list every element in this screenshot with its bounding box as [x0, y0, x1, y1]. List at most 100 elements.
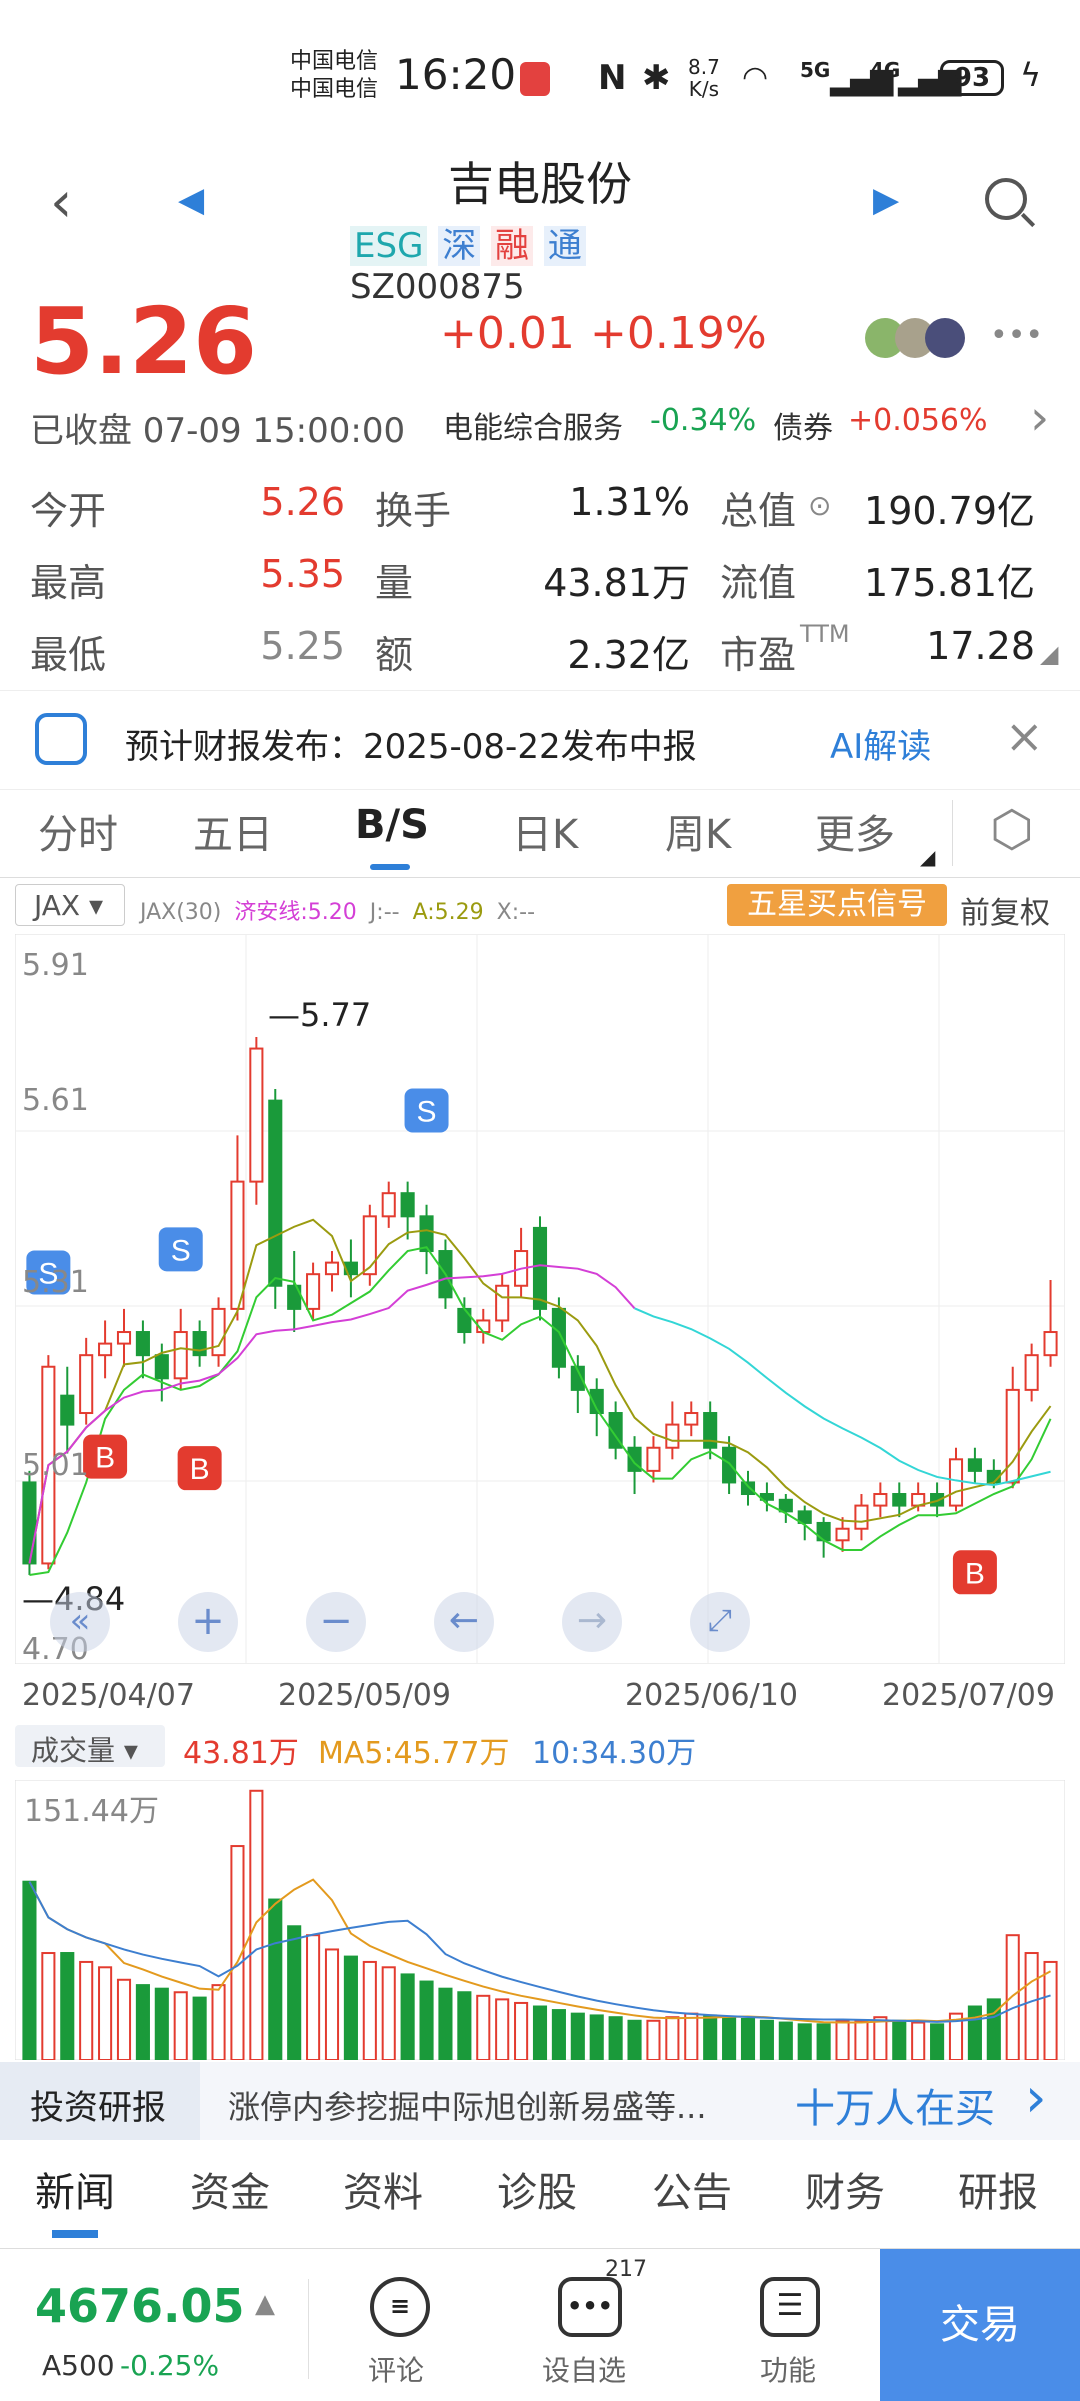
volume-bar — [873, 2016, 888, 2060]
speed-bottom: K/s — [688, 77, 720, 101]
status-bar: 中国电信 中国电信 16:20 N ✱ 8.7 K/s ◠ 5G ▂▄▆ 4G ▂… — [0, 0, 1080, 130]
tab-five-day[interactable]: 五日 — [193, 802, 273, 860]
volume-bar — [797, 2023, 812, 2060]
indicator-params: JAX(30) 济安线:5.20 J:-- A:5.29 X:-- — [140, 894, 535, 926]
candle-body — [948, 1458, 964, 1507]
signal-letter: S — [417, 1095, 437, 1128]
more-caret-icon: ◢ — [920, 845, 936, 869]
volume-current: 43.81万 — [183, 1736, 299, 1771]
volume-name: 成交量 — [31, 1734, 116, 1767]
volume-bar — [116, 1978, 132, 2060]
pe-label: 市盈 — [720, 633, 797, 677]
high-value: 5.35 — [260, 552, 345, 596]
tab-bs[interactable]: B/S — [355, 802, 429, 848]
bottom-bar: 4676.05 ▲ A500 -0.25% ≡ 评论 ••• 217 设自选 ☰… — [0, 2248, 1080, 2401]
volume-bar — [759, 2019, 774, 2060]
ai-interpret-link[interactable]: AI解读 — [830, 719, 931, 768]
function-icon[interactable]: ☰ — [760, 2277, 820, 2337]
index-name: A500 — [42, 2349, 115, 2382]
avatar[interactable] — [925, 318, 965, 358]
tab-more[interactable]: 更多 — [815, 802, 895, 860]
a-value: A:5.29 — [412, 900, 484, 925]
volume-bar — [627, 2019, 642, 2060]
tab-profile[interactable]: 资料 — [343, 2160, 423, 2218]
trade-button[interactable]: 交易 — [880, 2249, 1080, 2401]
zoom-in-icon[interactable]: + — [178, 1592, 238, 1652]
search-icon[interactable] — [985, 178, 1027, 220]
research-label: 投资研报 — [0, 2062, 200, 2140]
buy-signal: B — [177, 1446, 222, 1491]
volume-chart[interactable] — [15, 1780, 1065, 2060]
candle-body — [173, 1331, 188, 1380]
signal-button[interactable]: 五星买点信号 — [727, 884, 947, 926]
candle-body — [495, 1284, 510, 1322]
function-label[interactable]: 功能 — [760, 2349, 816, 2389]
jian-line-cyan — [634, 1307, 1051, 1487]
candle-body — [192, 1331, 207, 1357]
watchlist-label[interactable]: 设自选 — [542, 2349, 626, 2389]
sector-name[interactable]: 电能综合服务 — [443, 403, 623, 447]
rewind-icon[interactable]: « — [50, 1592, 110, 1652]
candle-body — [1005, 1388, 1020, 1484]
candle-body — [362, 1215, 377, 1276]
volume-bar — [778, 2021, 793, 2060]
earnings-banner[interactable]: 预计财报发布：2025-08-22发布中报 AI解读 × — [0, 690, 1080, 790]
pan-right-icon[interactable]: → — [562, 1592, 622, 1652]
pan-left-icon[interactable]: ← — [434, 1592, 494, 1652]
volume-bar — [154, 1987, 169, 2060]
volume-select[interactable]: 成交量 ▾ — [15, 1725, 165, 1767]
volume-bar — [608, 2016, 623, 2060]
volume-bar — [173, 1991, 188, 2060]
candle-body — [116, 1331, 132, 1345]
zoom-out-icon[interactable]: − — [306, 1592, 366, 1652]
index-value[interactable]: 4676.05 — [35, 2279, 245, 2333]
volume-bar — [495, 1998, 510, 2060]
esg-tag: ESG — [350, 226, 428, 266]
tab-funds[interactable]: 资金 — [190, 2160, 270, 2218]
candle-body — [1024, 1354, 1039, 1391]
tab-announcements[interactable]: 公告 — [652, 2160, 732, 2218]
signal-letter: B — [965, 1557, 985, 1590]
chevron-right-icon[interactable]: › — [1025, 2066, 1047, 2129]
expand-icon[interactable]: ◢ — [1040, 640, 1058, 668]
fullscreen-icon[interactable]: ⤢ — [690, 1592, 750, 1652]
tab-research[interactable]: 研报 — [958, 2160, 1038, 2218]
bond-label[interactable]: 债券 — [773, 403, 833, 447]
y-tick: 5.01 — [22, 1448, 89, 1483]
stock-header: ‹ ◀ 吉电股份 ESG 深 融 通 SZ000875 ▶ — [0, 130, 1080, 307]
tab-news[interactable]: 新闻 — [35, 2160, 115, 2218]
tab-intraday[interactable]: 分时 — [38, 802, 118, 860]
volume-bar — [211, 1984, 226, 2060]
tab-weekly-k[interactable]: 周K — [665, 802, 731, 860]
volume-bar — [249, 1789, 264, 2060]
volume-bar — [306, 1934, 321, 2060]
date-label: 2025/05/09 — [278, 1678, 451, 1713]
volume-max-label: 151.44万 — [24, 1794, 159, 1829]
signal-letter: B — [190, 1453, 210, 1486]
comment-icon[interactable]: ≡ — [370, 2277, 430, 2337]
candle-body — [722, 1446, 737, 1484]
turnover-label: 换手 — [375, 489, 452, 533]
tab-financials[interactable]: 财务 — [805, 2160, 885, 2218]
candlestick-chart[interactable]: SSSB BB — [15, 934, 1065, 1664]
chevron-right-icon[interactable]: › — [1030, 390, 1049, 446]
candle-body — [135, 1331, 150, 1357]
low-label: 最低 — [30, 633, 107, 677]
tab-daily-k[interactable]: 日K — [512, 802, 578, 860]
next-stock-icon[interactable]: ▶ — [873, 180, 899, 220]
adjust-label[interactable]: 前复权 — [960, 888, 1050, 932]
tab-diagnosis[interactable]: 诊股 — [497, 2160, 577, 2218]
research-strip[interactable]: 投资研报 涨停内参挖掘中际旭创新易盛等... 十万人在买 › — [0, 2062, 1080, 2140]
info-icon[interactable]: ⊙ — [808, 489, 831, 522]
candle-body — [684, 1412, 699, 1426]
watchlist-icon[interactable]: ••• — [558, 2277, 622, 2337]
settings-icon[interactable]: ⬡ — [990, 800, 1034, 858]
candle-body — [778, 1498, 793, 1513]
more-icon[interactable]: ••• — [990, 318, 1043, 353]
volume-bar — [287, 1925, 302, 2060]
volume-ma5: MA5:45.77万 — [318, 1736, 510, 1771]
close-icon[interactable]: × — [1005, 709, 1044, 763]
volume-bar — [665, 2016, 680, 2060]
indicator-select[interactable]: JAX ▾ — [15, 884, 125, 926]
comment-label[interactable]: 评论 — [368, 2349, 424, 2389]
